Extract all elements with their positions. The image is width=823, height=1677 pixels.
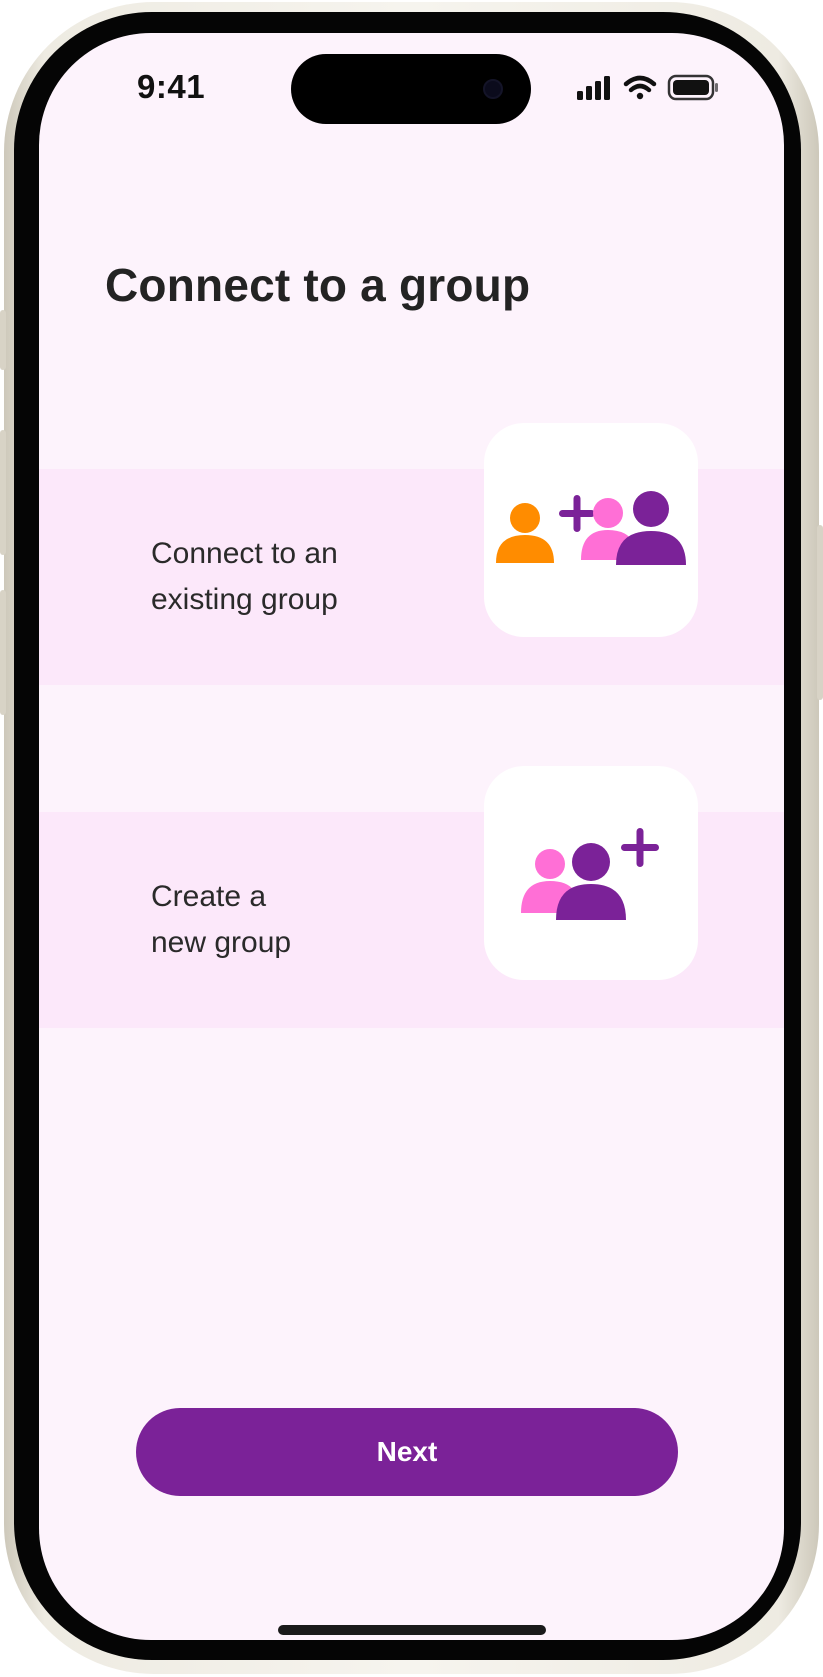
option-label-line: existing group	[151, 583, 338, 616]
option-label: Connect to an existing group	[151, 469, 338, 685]
front-camera	[483, 79, 503, 99]
next-button[interactable]: Next	[136, 1408, 678, 1496]
join-group-icon	[496, 491, 686, 565]
device-side-button	[0, 310, 6, 370]
device-side-button	[0, 590, 6, 715]
cellular-signal-icon	[577, 76, 610, 100]
wifi-icon	[623, 75, 657, 100]
page-title: Connect to a group	[105, 259, 531, 311]
device-side-button	[0, 430, 6, 555]
status-time: 9:41	[137, 68, 206, 105]
option-label: Create a new group	[151, 812, 291, 1028]
option-label-line: Connect to an	[151, 537, 338, 570]
option-label-line: Create a	[151, 880, 267, 913]
battery-icon	[667, 74, 718, 101]
join-group-icon-card[interactable]	[484, 423, 698, 637]
status-icons	[573, 73, 723, 103]
option-label-line: new group	[151, 926, 292, 959]
app-screen: 9:41 Connect to a group Connect to an ex…	[39, 33, 784, 1640]
dynamic-island	[291, 54, 531, 124]
device-side-button	[817, 525, 823, 700]
create-group-icon	[521, 828, 659, 920]
home-indicator[interactable]	[278, 1625, 546, 1635]
create-group-icon-card[interactable]	[484, 766, 698, 980]
